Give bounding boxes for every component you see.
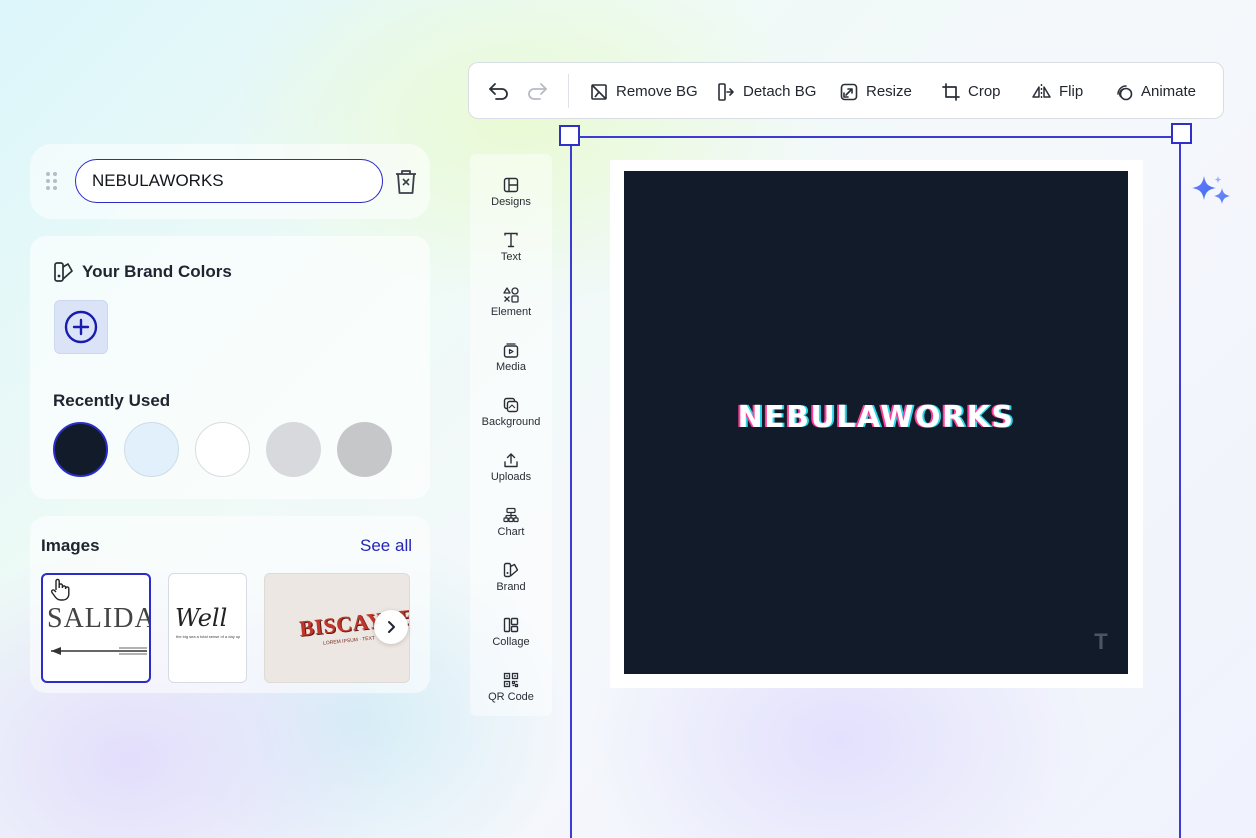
- color-swatch[interactable]: [124, 422, 179, 477]
- brand-colors-panel: Your Brand Colors Recently Used: [30, 236, 430, 499]
- color-swatch[interactable]: [266, 422, 321, 477]
- designs-icon: [503, 177, 519, 193]
- remove-bg-button[interactable]: Remove BG: [590, 63, 698, 120]
- brand-colors-heading: Your Brand Colors: [53, 261, 232, 283]
- rail-label: Designs: [491, 196, 531, 208]
- brand-icon: [503, 562, 519, 578]
- arrow-graphic: [51, 647, 147, 655]
- crop-icon: [942, 82, 960, 101]
- collage-icon: [503, 617, 519, 633]
- rail-label: Uploads: [490, 471, 532, 483]
- rail-item-background[interactable]: Background: [470, 382, 552, 437]
- thumbnail-text: Well: [175, 604, 228, 632]
- chevron-right-icon: [388, 621, 395, 633]
- flip-label: Flip: [1059, 83, 1084, 100]
- animate-button[interactable]: Animate: [1115, 63, 1196, 120]
- selection-border-top: [570, 136, 1181, 138]
- remove-bg-icon: [591, 83, 607, 100]
- upload-icon: [504, 453, 518, 468]
- detach-bg-icon: [718, 82, 734, 101]
- animate-icon: [1117, 84, 1133, 100]
- plus-circle-icon: [64, 310, 98, 344]
- rail-item-qr-code[interactable]: QR Code: [470, 657, 552, 712]
- drag-handle-icon[interactable]: [44, 172, 60, 192]
- top-toolbar: Remove BG Detach BG Resize Crop Flip Ani…: [468, 62, 1224, 119]
- layer-name-card: NEBULAWORKS: [30, 144, 430, 219]
- canvas-headline[interactable]: NEBULAWORKS: [624, 400, 1128, 435]
- rail-label: Media: [496, 361, 526, 373]
- toolbar-divider: [568, 74, 569, 108]
- rail-item-media[interactable]: Media: [470, 327, 552, 382]
- rail-label: Collage: [492, 636, 530, 648]
- chart-icon: [503, 507, 519, 523]
- thumbnail-subtext: the big sea a total sense of a day up: [176, 634, 241, 639]
- resize-icon: [840, 83, 858, 100]
- tools-rail: Designs Text Element Media Background Up…: [470, 154, 552, 716]
- ai-sparkle-icon[interactable]: [1190, 174, 1238, 214]
- image-thumbnail-salida[interactable]: SALIDA: [41, 573, 151, 683]
- rail-item-text[interactable]: Text: [470, 217, 552, 272]
- rail-label: Chart: [497, 526, 525, 538]
- images-panel: Images See all SALIDA Well the big sea a…: [30, 516, 430, 693]
- remove-bg-label: Remove BG: [616, 83, 698, 100]
- media-icon: [503, 343, 519, 358]
- rail-item-brand[interactable]: Brand: [470, 547, 552, 602]
- color-swatch[interactable]: [337, 422, 392, 477]
- resize-handle-top-left[interactable]: [559, 125, 580, 146]
- text-icon: [504, 232, 518, 248]
- layer-text-input[interactable]: NEBULAWORKS: [75, 159, 383, 203]
- rail-label: QR Code: [488, 691, 534, 703]
- recently-used-title: Recently Used: [53, 391, 171, 410]
- color-swatch[interactable]: [53, 422, 108, 477]
- trash-icon[interactable]: [393, 168, 419, 196]
- detach-bg-label: Detach BG: [743, 83, 817, 100]
- see-all-link[interactable]: See all: [360, 536, 412, 556]
- rail-label: Background: [481, 416, 541, 428]
- rail-item-chart[interactable]: Chart: [470, 492, 552, 547]
- add-brand-color-button[interactable]: [54, 300, 108, 354]
- next-images-button[interactable]: [374, 610, 408, 644]
- qr-code-icon: [503, 672, 519, 688]
- selection-border-left: [570, 136, 572, 838]
- recent-swatches: [53, 422, 392, 477]
- crop-label: Crop: [968, 83, 1001, 100]
- watermark-icon: T: [1094, 629, 1108, 654]
- rail-label: Brand: [496, 581, 526, 593]
- redo-icon[interactable]: [526, 81, 548, 101]
- images-title: Images: [41, 536, 100, 555]
- resize-handle-top-right[interactable]: [1171, 123, 1192, 144]
- rail-item-element[interactable]: Element: [470, 272, 552, 327]
- element-icon: [503, 287, 519, 303]
- brand-colors-title: Your Brand Colors: [82, 262, 232, 281]
- flip-button[interactable]: Flip: [1032, 63, 1083, 120]
- color-swatch[interactable]: [195, 422, 250, 477]
- crop-button[interactable]: Crop: [942, 63, 1001, 120]
- design-canvas[interactable]: NEBULAWORKS T: [624, 171, 1128, 674]
- rail-label: Element: [490, 306, 532, 318]
- rail-item-collage[interactable]: Collage: [470, 602, 552, 657]
- rail-item-designs[interactable]: Designs: [470, 162, 552, 217]
- flip-icon: [1032, 83, 1051, 100]
- selection-border-right: [1179, 136, 1181, 838]
- resize-label: Resize: [866, 83, 912, 100]
- hand-cursor-icon: [50, 578, 70, 601]
- background-icon: [503, 397, 519, 413]
- detach-bg-button[interactable]: Detach BG: [717, 63, 816, 120]
- animate-label: Animate: [1141, 83, 1197, 100]
- rail-label: Text: [500, 251, 522, 263]
- image-thumbnail-well[interactable]: Well the big sea a total sense of a day …: [168, 573, 247, 683]
- brand-palette-icon: [54, 262, 73, 282]
- thumbnail-text: SALIDA: [47, 603, 151, 634]
- undo-icon[interactable]: [488, 81, 510, 101]
- resize-button[interactable]: Resize: [840, 63, 912, 120]
- rail-item-uploads[interactable]: Uploads: [470, 437, 552, 492]
